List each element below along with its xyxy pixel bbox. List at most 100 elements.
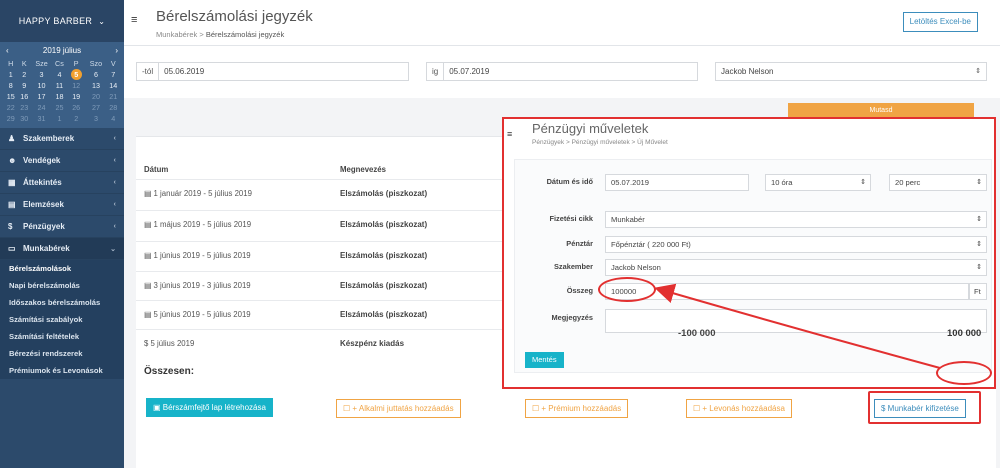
calendar-day[interactable]: 10 <box>31 80 52 91</box>
date-to-field[interactable]: ig 05.07.2019 <box>426 62 698 81</box>
add-bonus-once-button[interactable]: ☐ + Alkalmi juttatás hozzáadás <box>336 399 461 418</box>
row-date: 5 június 2019 - 5 július 2019 <box>153 310 251 319</box>
currency-addon: Ft <box>969 283 987 300</box>
calendar-prev-button[interactable]: ‹ <box>6 46 9 55</box>
calendar-day[interactable]: 31 <box>31 113 52 124</box>
calendar-day[interactable]: 24 <box>31 102 52 113</box>
calendar-day[interactable]: 20 <box>85 91 106 102</box>
calendar-day[interactable]: 17 <box>31 91 52 102</box>
sidebar-subitem[interactable]: Bérelszámolások <box>0 260 124 277</box>
cashdesk-select[interactable]: Főpénztár ( 220 000 Ft) ⇕ <box>605 236 987 253</box>
date-from-field[interactable]: -tól 05.06.2019 <box>136 62 409 81</box>
hamburger-icon[interactable]: ≡ <box>131 14 137 26</box>
brand-switcher[interactable]: HAPPY BARBER ⌄ <box>0 0 124 42</box>
modal-title: Pénzügyi műveletek <box>532 121 649 136</box>
calendar-day[interactable]: 1 <box>4 69 18 80</box>
date-from-value: 05.06.2019 <box>164 67 205 76</box>
select-arrows-icon: ⇕ <box>976 216 982 223</box>
save-button[interactable]: Mentés <box>525 352 564 368</box>
table-row[interactable]: ▤ 3 június 2019 - 3 július 2019 Elszámol… <box>136 271 506 299</box>
calendar-day[interactable]: 18 <box>52 91 67 102</box>
hamburger-icon[interactable]: ≡ <box>507 129 512 139</box>
employee-select[interactable]: Jackob Nelson ⇕ <box>715 62 987 81</box>
calendar-day[interactable]: 14 <box>106 80 120 91</box>
calendar-day[interactable]: 7 <box>106 69 120 80</box>
calendar-day[interactable]: 13 <box>85 80 106 91</box>
amount-input[interactable]: 100000 <box>605 283 969 300</box>
add-deduction-button[interactable]: ☐ + Levonás hozzáadása <box>686 399 792 418</box>
calendar-day[interactable]: 23 <box>18 102 32 113</box>
calendar-day[interactable]: 12 <box>67 80 86 91</box>
table-row[interactable]: ▤ 1 január 2019 - 5 július 2019 Elszámol… <box>136 179 506 207</box>
sidebar-item-szakemberek[interactable]: ♟ Szakemberek ‹ <box>0 128 124 150</box>
breadcrumb-current: Bérelszámolási jegyzék <box>205 30 285 39</box>
date-to-value: 05.07.2019 <box>449 67 490 76</box>
excel-download-button[interactable]: Letöltés Excel-be <box>902 12 978 32</box>
calendar-day[interactable]: 22 <box>4 102 18 113</box>
brand-name: HAPPY BARBER <box>18 16 93 26</box>
row-name: Elszámolás (piszkozat) <box>340 220 428 229</box>
calendar-next-button[interactable]: › <box>115 46 118 55</box>
table-row[interactable]: $ 5 július 2019 Készpénz kiadás <box>136 329 506 357</box>
chevron-left-icon: ‹ <box>113 135 116 142</box>
table-row[interactable]: ▤ 1 május 2019 - 5 július 2019 Elszámolá… <box>136 210 506 238</box>
sidebar-subitem[interactable]: Időszakos bérelszámolás <box>0 294 124 311</box>
mini-calendar: ‹ 2019 július › H K Sze Cs P Szo V 1 2 3… <box>0 42 124 128</box>
column-header-date: Dátum <box>144 165 169 174</box>
calendar-day[interactable]: 16 <box>18 91 32 102</box>
sidebar-item-vendegek[interactable]: ☻ Vendégek ‹ <box>0 150 124 172</box>
table-row[interactable]: ▤ 5 június 2019 - 5 július 2019 Elszámol… <box>136 300 506 328</box>
calendar-day[interactable]: 29 <box>4 113 18 124</box>
sidebar-subitem[interactable]: Számítási szabályok <box>0 311 124 328</box>
note-textarea[interactable] <box>605 309 987 333</box>
calendar-day[interactable]: 4 <box>106 113 120 124</box>
create-payslip-button[interactable]: ▣ Bérszámfejtő lap létrehozása <box>146 398 273 417</box>
breadcrumb: Munkabérek > Bérelszámolási jegyzék <box>156 30 284 39</box>
calendar-day[interactable]: 27 <box>85 102 106 113</box>
minute-select[interactable]: 20 perc ⇕ <box>889 174 987 191</box>
calendar-day[interactable]: 19 <box>67 91 86 102</box>
calendar-day[interactable]: 2 <box>18 69 32 80</box>
calendar-day[interactable]: 8 <box>4 80 18 91</box>
calendar-day[interactable]: 1 <box>52 113 67 124</box>
sidebar-subitem[interactable]: Napi bérelszámolás <box>0 277 124 294</box>
select-arrows-icon: ⇕ <box>860 179 866 186</box>
calendar-day[interactable]: 6 <box>85 69 106 80</box>
sum-positive: 100 000 <box>947 328 982 339</box>
sidebar-item-penzugyek[interactable]: $ Pénzügyek ‹ <box>0 216 124 238</box>
calendar-day-today[interactable]: 5 <box>67 69 86 80</box>
sum-negative: -100 000 <box>678 328 716 339</box>
sidebar-subitem[interactable]: Számítási feltételek <box>0 328 124 345</box>
hour-select[interactable]: 10 óra ⇕ <box>765 174 871 191</box>
calendar-day[interactable]: 2 <box>67 113 86 124</box>
row-date: 1 május 2019 - 5 július 2019 <box>153 220 252 229</box>
dow-label: K <box>21 59 27 68</box>
dollar-icon: $ <box>8 222 13 231</box>
sidebar-item-attekintes[interactable]: ▦ Áttekintés ‹ <box>0 172 124 194</box>
column-header-name: Megnevezés <box>340 165 386 174</box>
calendar-day[interactable]: 9 <box>18 80 32 91</box>
select-arrows-icon: ⇕ <box>976 179 982 186</box>
calendar-day[interactable]: 3 <box>31 69 52 80</box>
specialist-select[interactable]: Jackob Nelson ⇕ <box>605 259 987 276</box>
calendar-day[interactable]: 11 <box>52 80 67 91</box>
specialist-label: Szakember <box>553 262 593 271</box>
calendar-day[interactable]: 4 <box>52 69 67 80</box>
sidebar-item-munkaberek[interactable]: ▭ Munkabérek ⌄ <box>0 238 124 260</box>
calendar-day[interactable]: 28 <box>106 102 120 113</box>
calendar-day[interactable]: 15 <box>4 91 18 102</box>
sidebar-subitem[interactable]: Prémiumok és Levonások <box>0 362 124 379</box>
date-field[interactable]: 05.07.2019 <box>605 174 749 191</box>
breadcrumb-parent[interactable]: Munkabérek <box>156 30 197 39</box>
sidebar-item-elemzesek[interactable]: ▤ Elemzések ‹ <box>0 194 124 216</box>
calendar-day[interactable]: 30 <box>18 113 32 124</box>
calendar-day[interactable]: 3 <box>85 113 106 124</box>
sidebar-subitem[interactable]: Bérezési rendszerek <box>0 345 124 362</box>
calendar-day[interactable]: 21 <box>106 91 120 102</box>
calendar-day[interactable]: 25 <box>52 102 67 113</box>
payment-item-select[interactable]: Munkabér ⇕ <box>605 211 987 228</box>
add-premium-button[interactable]: ☐ + Prémium hozzáadás <box>525 399 629 418</box>
table-row[interactable]: ▤ 1 június 2019 - 5 július 2019 Elszámol… <box>136 241 506 269</box>
calendar-day[interactable]: 26 <box>67 102 86 113</box>
row-name: Elszámolás (piszkozat) <box>340 189 428 198</box>
